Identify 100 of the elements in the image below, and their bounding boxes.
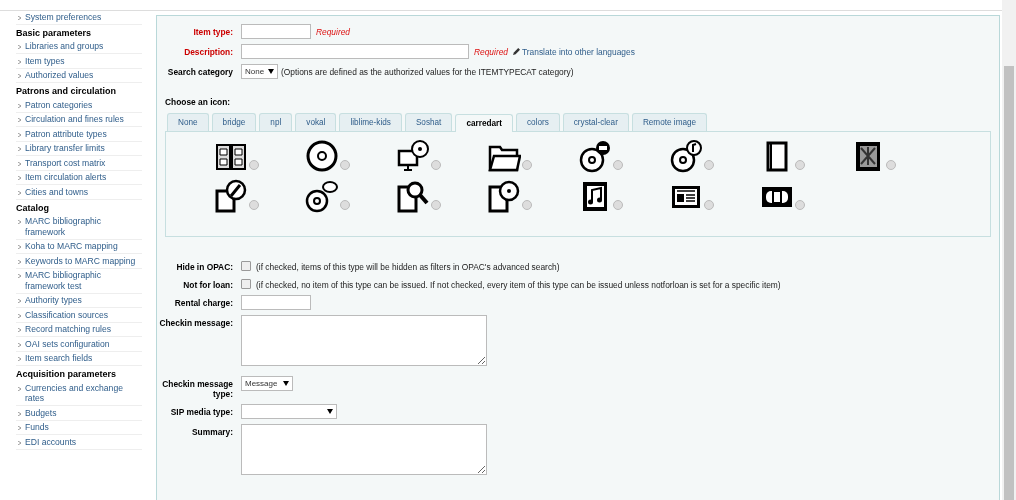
icon-set-tab[interactable]: colors bbox=[515, 113, 560, 131]
media-icon bbox=[487, 179, 521, 213]
radio-button[interactable] bbox=[704, 160, 714, 170]
help-text: (if checked, no item of this type can be issued. If not checked, every item of this type can be issued unless notforloan is set for a specific item) bbox=[256, 279, 781, 290]
radio-button[interactable] bbox=[431, 160, 441, 170]
checkbox[interactable] bbox=[241, 279, 251, 289]
sidebar-heading: Patrons and circulation bbox=[16, 86, 118, 96]
description-input[interactable] bbox=[241, 44, 469, 59]
chevron-icon bbox=[18, 274, 21, 278]
chevron-icon bbox=[18, 176, 21, 180]
icon-set-tab[interactable]: npl bbox=[259, 113, 293, 131]
icon-set-tab[interactable]: Remote image bbox=[631, 113, 708, 131]
chevron-icon bbox=[18, 411, 21, 416]
sidebar-link[interactable]: Item circulation alerts bbox=[25, 172, 107, 183]
item-type-input[interactable] bbox=[241, 24, 311, 39]
sidebar-link[interactable]: MARC bibliographic framework bbox=[25, 216, 142, 237]
sidebar-link[interactable]: Transport cost matrix bbox=[25, 157, 106, 168]
sidebar-heading: Catalog bbox=[16, 202, 50, 213]
icon-set-tab[interactable]: Soshat bbox=[404, 113, 453, 131]
chevron-icon bbox=[18, 132, 21, 137]
required-note: Required bbox=[316, 26, 350, 37]
radio-button[interactable] bbox=[522, 160, 532, 170]
radio-button[interactable] bbox=[613, 160, 623, 170]
field-label: Item type: bbox=[192, 26, 234, 37]
sidebar-link[interactable]: Budgets bbox=[25, 407, 57, 418]
chevron-icon bbox=[18, 59, 21, 64]
scrollbar[interactable] bbox=[1002, 0, 1016, 500]
icon-set-tab[interactable]: vokal bbox=[295, 113, 337, 131]
chevron-icon bbox=[18, 190, 21, 195]
chevron-icon bbox=[18, 357, 21, 361]
sidebar-link[interactable]: EDI accounts bbox=[25, 436, 77, 447]
field-label: Summary: bbox=[191, 426, 234, 437]
sidebar-heading: Acquisition parameters bbox=[16, 369, 118, 379]
sidebar-link[interactable]: System preferences bbox=[25, 11, 102, 22]
sidebar-link[interactable]: Patron categories bbox=[25, 99, 93, 110]
chevron-icon bbox=[18, 245, 21, 249]
sidebar-link[interactable]: Item search fields bbox=[25, 353, 93, 364]
radio-button[interactable] bbox=[704, 200, 714, 210]
icon-set-tab[interactable]: None bbox=[167, 113, 209, 131]
chevron-icon bbox=[18, 103, 21, 108]
sidebar-link[interactable]: Keywords to MARC mapping bbox=[25, 255, 136, 266]
radio-button[interactable] bbox=[613, 200, 623, 210]
radio-button[interactable] bbox=[340, 200, 350, 210]
sidebar-link[interactable]: Libraries and groups bbox=[25, 41, 104, 52]
radio-button[interactable] bbox=[522, 200, 532, 210]
caret-icon bbox=[327, 408, 333, 414]
sidebar-link[interactable]: Cities and towns bbox=[25, 186, 89, 197]
chevron-icon bbox=[18, 74, 21, 78]
field-label: Rental charge: bbox=[173, 297, 234, 308]
radio-button[interactable] bbox=[795, 200, 805, 210]
chevron-icon bbox=[18, 426, 21, 430]
media-icon bbox=[305, 179, 339, 213]
chevron-icon bbox=[18, 259, 21, 264]
caret-icon bbox=[283, 380, 289, 386]
search-category-select[interactable]: None bbox=[241, 64, 278, 79]
required-note: Required bbox=[474, 46, 508, 57]
sidebar-link[interactable]: Currencies and exchange rates bbox=[25, 382, 142, 404]
sidebar-link[interactable]: Item types bbox=[25, 55, 65, 66]
checkin-message-textarea[interactable] bbox=[241, 315, 487, 366]
sip-media-type-select[interactable] bbox=[241, 404, 337, 419]
chevron-icon bbox=[18, 161, 21, 166]
translate-link[interactable]: Translate into other languages bbox=[522, 46, 635, 57]
radio-button[interactable] bbox=[340, 160, 350, 170]
sidebar-link[interactable]: Koha to MARC mapping bbox=[25, 241, 118, 252]
message-type-select[interactable]: Message bbox=[241, 376, 293, 391]
media-icon bbox=[396, 139, 430, 173]
chevron-icon bbox=[18, 147, 21, 151]
pencil-icon bbox=[513, 48, 520, 55]
icon-set-tab[interactable]: bridge bbox=[211, 113, 257, 131]
chevron-icon bbox=[18, 440, 21, 445]
sidebar-link[interactable]: OAI sets configuration bbox=[25, 338, 110, 349]
radio-button[interactable] bbox=[795, 160, 805, 170]
sidebar-link[interactable]: Classification sources bbox=[25, 309, 109, 320]
sidebar-link[interactable]: Authority types bbox=[25, 295, 82, 306]
sidebar-heading: Basic parameters bbox=[16, 27, 93, 38]
help-text: (Options are defined as the authorized values for the ITEMTYPECAT category) bbox=[281, 66, 574, 77]
icon-set-tab[interactable]: crystal-clear bbox=[562, 113, 629, 131]
sidebar-link[interactable]: Circulation and fines rules bbox=[25, 114, 124, 125]
radio-button[interactable] bbox=[431, 200, 441, 210]
sidebar-link[interactable]: Library transfer limits bbox=[25, 143, 105, 154]
sidebar-link[interactable]: Authorized values bbox=[25, 70, 94, 81]
sidebar-link[interactable]: Patron attribute types bbox=[25, 128, 107, 139]
icon-set-tab[interactable]: carredart bbox=[455, 114, 513, 132]
rental-charge-input[interactable] bbox=[241, 295, 311, 310]
media-icon bbox=[396, 179, 430, 213]
checkbox[interactable] bbox=[241, 261, 251, 271]
chevron-icon bbox=[18, 386, 21, 391]
radio-button[interactable] bbox=[886, 160, 896, 170]
chevron-icon bbox=[18, 15, 21, 20]
field-label: Checkin message: bbox=[158, 317, 234, 328]
media-icon bbox=[669, 139, 703, 173]
radio-button[interactable] bbox=[249, 200, 259, 210]
radio-button[interactable] bbox=[249, 160, 259, 170]
icon-set-tab[interactable]: liblime-kids bbox=[339, 113, 402, 131]
sidebar-link[interactable]: MARC bibliographic framework test bbox=[25, 270, 142, 291]
sidebar-link[interactable]: Record matching rules bbox=[25, 324, 111, 335]
sidebar-link[interactable]: Funds bbox=[25, 422, 49, 433]
field-label: Search category bbox=[166, 66, 234, 77]
summary-textarea[interactable] bbox=[241, 424, 487, 475]
field-label: SIP media type: bbox=[169, 406, 234, 417]
